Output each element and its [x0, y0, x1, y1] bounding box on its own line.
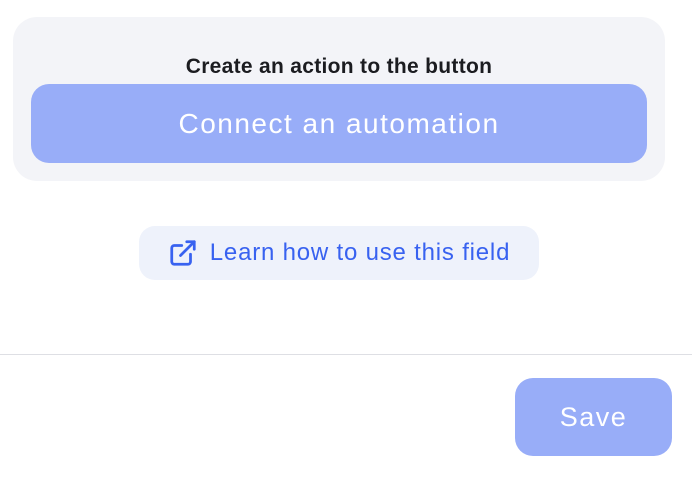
save-button[interactable]: Save	[515, 378, 672, 456]
action-card: Create an action to the button Connect a…	[13, 17, 665, 181]
action-card-title: Create an action to the button	[185, 55, 493, 78]
connect-automation-button[interactable]: Connect an automation	[31, 84, 647, 163]
learn-how-link[interactable]: Learn how to use this field	[139, 226, 539, 280]
learn-how-link-label: Learn how to use this field	[209, 239, 511, 266]
automation-field-panel: Create an action to the button Connect a…	[0, 0, 692, 478]
external-link-icon	[168, 238, 198, 268]
footer-divider	[0, 354, 692, 355]
